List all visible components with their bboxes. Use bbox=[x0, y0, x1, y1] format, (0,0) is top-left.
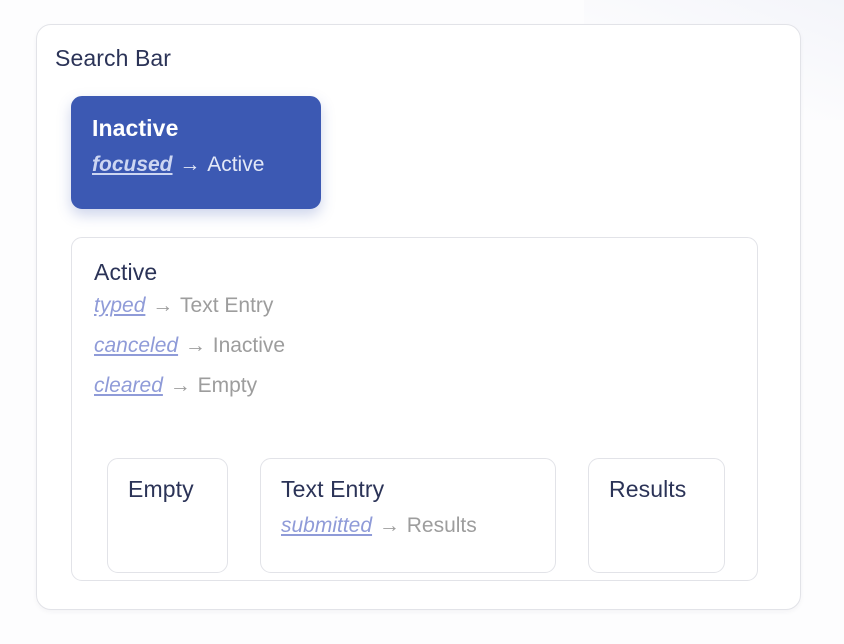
transition-target-label: Inactive bbox=[212, 334, 286, 357]
state-label-empty: Empty bbox=[128, 476, 194, 502]
transition-target-label: Results bbox=[406, 514, 477, 537]
transition-event-label: submitted bbox=[281, 514, 373, 537]
page-title: Search Bar bbox=[55, 45, 172, 71]
state-node-empty[interactable]: Empty bbox=[107, 458, 228, 573]
state-node-results[interactable]: Results bbox=[588, 458, 725, 573]
state-label-text-entry: Text Entry bbox=[281, 476, 385, 502]
state-label-results: Results bbox=[609, 476, 687, 502]
transition-active-cleared[interactable]: cleared → Empty bbox=[94, 372, 735, 399]
arrow-icon: → bbox=[179, 334, 212, 357]
state-node-active[interactable]: Active typed → Text Entry canceled → Ina… bbox=[71, 237, 758, 581]
child-state-row: Empty Text Entry submitted → Results Res… bbox=[107, 458, 725, 573]
state-node-inactive[interactable]: Inactive focused → Active bbox=[71, 96, 321, 209]
state-label-inactive: Inactive bbox=[92, 115, 179, 141]
transition-event-label: cleared bbox=[94, 374, 163, 397]
state-node-text-entry[interactable]: Text Entry submitted → Results bbox=[260, 458, 556, 573]
state-label-active: Active bbox=[94, 259, 158, 285]
state-machine-card: Search Bar Inactive focused → Active Act… bbox=[36, 24, 801, 610]
arrow-icon: → bbox=[173, 153, 207, 176]
transition-target-label: Text Entry bbox=[180, 294, 274, 317]
transition-active-canceled[interactable]: canceled → Inactive bbox=[94, 332, 735, 359]
transition-event-label: canceled bbox=[94, 334, 179, 357]
transition-event-label: typed bbox=[94, 294, 146, 317]
transition-target-label: Empty bbox=[197, 374, 258, 397]
transitions-list-active: typed → Text Entry canceled → Inactive c… bbox=[94, 292, 735, 399]
transition-text-entry-submitted[interactable]: submitted → Results bbox=[281, 512, 535, 539]
statechart-canvas: Search Bar Inactive focused → Active Act… bbox=[0, 0, 844, 644]
transition-event-label: focused bbox=[92, 153, 173, 176]
arrow-icon: → bbox=[373, 514, 406, 537]
arrow-icon: → bbox=[163, 374, 197, 397]
transition-inactive-focused[interactable]: focused → Active bbox=[92, 152, 300, 178]
arrow-icon: → bbox=[146, 294, 180, 317]
transition-active-typed[interactable]: typed → Text Entry bbox=[94, 292, 735, 319]
transition-target-label: Active bbox=[207, 153, 265, 176]
